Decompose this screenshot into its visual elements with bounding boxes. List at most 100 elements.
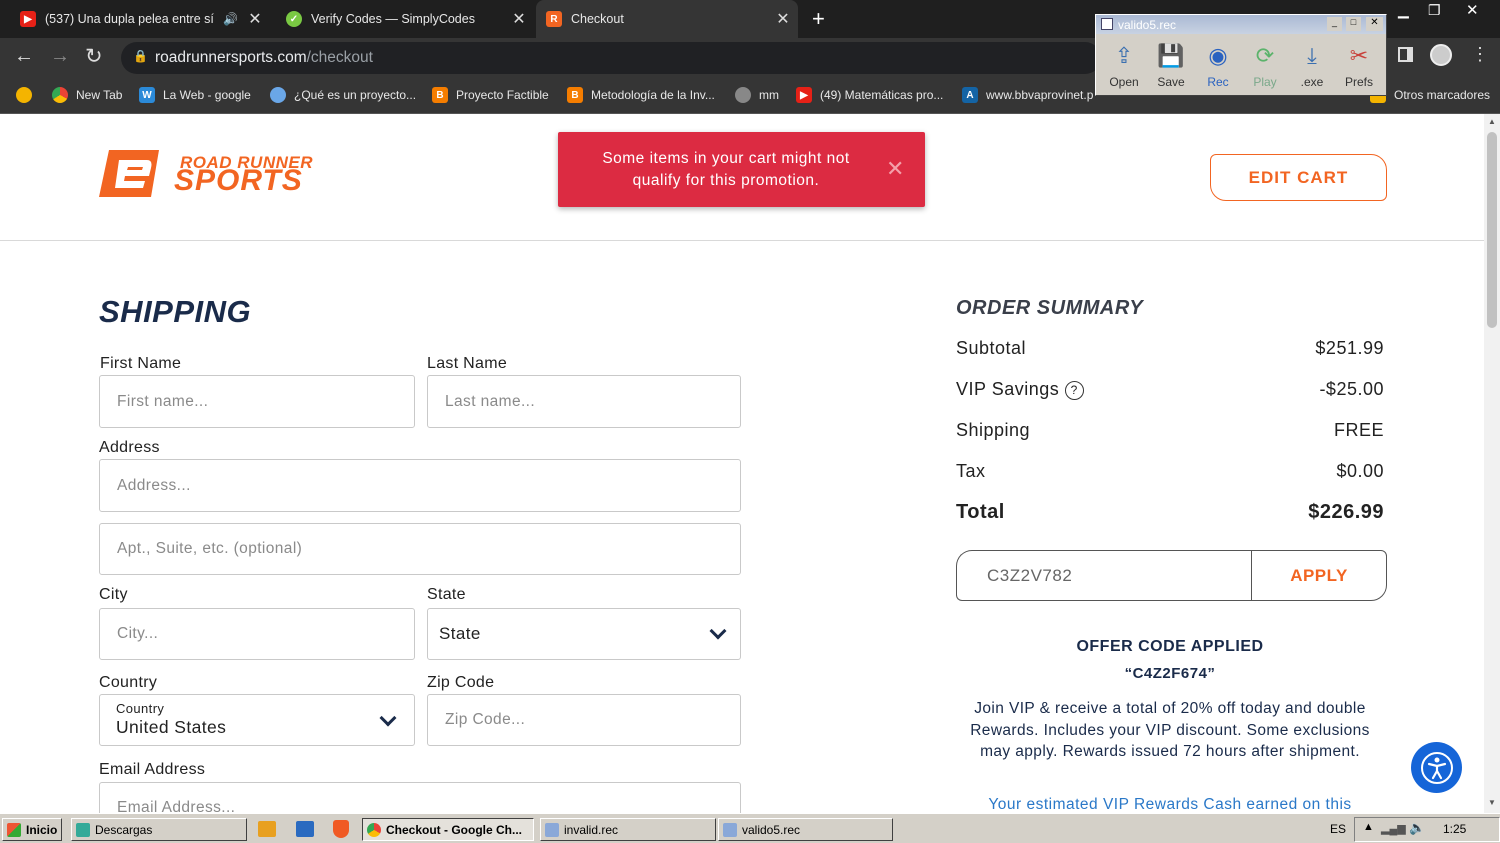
- country-select[interactable]: Country United States: [99, 694, 415, 746]
- taskbar-downloads[interactable]: Descargas: [71, 818, 247, 841]
- system-tray: ▲ ▂▄▆ 🔈 1:25: [1354, 817, 1500, 842]
- roadrunner-icon: R: [546, 11, 562, 27]
- download-icon: [76, 822, 90, 837]
- taskbar-valido5-rec[interactable]: valido5.rec: [718, 818, 893, 841]
- volume-icon[interactable]: 🔈: [1409, 820, 1425, 836]
- side-panel-icon[interactable]: [1398, 47, 1413, 62]
- maximize-button[interactable]: □: [1346, 17, 1361, 31]
- network-icon[interactable]: ▂▄▆: [1381, 822, 1406, 835]
- chevron-down-icon: [709, 622, 727, 640]
- close-tab-icon[interactable]: ✕: [246, 9, 264, 29]
- play-icon: ⟳: [1255, 43, 1275, 68]
- tab-checkout[interactable]: R Checkout ✕: [536, 0, 798, 38]
- brave-icon[interactable]: [333, 820, 349, 838]
- address-input[interactable]: Address...: [99, 459, 741, 512]
- tab-title: Verify Codes — SimplyCodes: [311, 12, 475, 26]
- apply-button[interactable]: APPLY: [1251, 550, 1387, 601]
- tab-youtube[interactable]: ▶ (537) Una dupla pelea entre sí y 🔊 ✕: [10, 0, 270, 38]
- last-name-input[interactable]: Last name...: [427, 375, 741, 428]
- bookmark-item[interactable]: W La Web - google: [139, 78, 251, 112]
- bookmark-item[interactable]: Awww.bbvaprovinet.p: [962, 78, 1093, 112]
- city-input[interactable]: City...: [99, 608, 415, 660]
- close-window-button[interactable]: ✕: [1466, 1, 1479, 19]
- zip-input[interactable]: Zip Code...: [427, 694, 741, 746]
- scroll-down-icon[interactable]: ▼: [1488, 798, 1496, 807]
- address-bar[interactable]: 🔒 roadrunnersports.com/checkout: [121, 42, 1101, 74]
- open-icon: ⇪: [1114, 43, 1134, 68]
- edit-cart-button[interactable]: EDIT CART: [1210, 154, 1387, 201]
- new-tab-button[interactable]: +: [812, 6, 825, 32]
- offer-code: “C4Z2F674”: [1124, 665, 1216, 682]
- bookmark-item[interactable]: mm: [735, 78, 779, 112]
- promo-code-input[interactable]: C3Z2V782: [956, 550, 1252, 601]
- chrome-icon: [52, 87, 68, 103]
- scrollbar-thumb[interactable]: [1487, 132, 1497, 328]
- close-tab-icon[interactable]: ✕: [774, 9, 792, 29]
- logo-text-bottom: SPORTS: [174, 164, 303, 197]
- taskbar-chrome[interactable]: Checkout - Google Ch...: [362, 818, 534, 841]
- tab-simplycodes[interactable]: ✓ Verify Codes — SimplyCodes ✕: [276, 0, 534, 38]
- taskbar: Inicio Descargas Checkout - Google Ch...…: [0, 813, 1500, 843]
- subtotal-value: $251.99: [1315, 338, 1384, 358]
- shipping-row: Shipping FREE: [956, 420, 1384, 440]
- exe-button[interactable]: ⤓ .exe: [1290, 41, 1334, 89]
- recorder-titlebar: valido5.rec _ □ ✕: [1096, 15, 1386, 34]
- bookmark-item[interactable]: B Proyecto Factible: [432, 78, 549, 112]
- vip-savings-value: -$25.00: [1319, 379, 1384, 399]
- promo-alert: Some items in your cart might not qualif…: [558, 132, 925, 207]
- page-scrollbar[interactable]: ▲ ▼: [1484, 114, 1500, 813]
- help-icon[interactable]: ?: [1064, 380, 1084, 400]
- state-label: State: [427, 586, 466, 603]
- bookmark-item[interactable]: New Tab: [52, 78, 122, 112]
- state-select[interactable]: State: [427, 608, 741, 660]
- blogger-icon: B: [432, 87, 448, 103]
- checkout-page: ROAD RUNNER SPORTS Some items in your ca…: [0, 114, 1484, 813]
- save-button[interactable]: 💾 Save: [1149, 41, 1193, 89]
- bookmark-item[interactable]: B Metodología de la Inv...: [567, 78, 715, 112]
- shipping-value: FREE: [1333, 420, 1384, 440]
- profile-avatar[interactable]: [1430, 44, 1452, 66]
- bookmark-item[interactable]: ¿Qué es un proyecto...: [270, 78, 416, 112]
- accessibility-button[interactable]: [1411, 742, 1462, 793]
- close-button[interactable]: ✕: [1366, 17, 1383, 31]
- language-indicator[interactable]: ES: [1330, 822, 1346, 836]
- order-summary-title: ORDER SUMMARY: [956, 297, 1144, 319]
- total-row: Total $226.99: [956, 501, 1384, 523]
- back-button[interactable]: ←: [14, 45, 34, 68]
- other-bookmarks[interactable]: Otros marcadores: [1370, 78, 1490, 112]
- close-tab-icon[interactable]: ✕: [510, 9, 528, 29]
- country-floating-label: Country: [116, 701, 165, 716]
- scroll-up-icon[interactable]: ▲: [1488, 117, 1496, 126]
- bookmark-item[interactable]: ▶ (49) Matemáticas pro...: [796, 78, 943, 112]
- recorder-window: valido5.rec _ □ ✕ ⇪ Open 💾 Save ◉ Rec ⟳ Play…: [1095, 14, 1387, 96]
- taskbar-invalid-rec[interactable]: invalid.rec: [540, 818, 716, 841]
- minimize-button[interactable]: ▁: [1398, 2, 1409, 19]
- menu-icon[interactable]: ⋮: [1471, 44, 1489, 65]
- roadrunner-logo[interactable]: [99, 150, 163, 197]
- start-button[interactable]: Inicio: [2, 818, 62, 841]
- prefs-button[interactable]: ✂ Prefs: [1337, 41, 1381, 89]
- zip-label: Zip Code: [427, 674, 495, 691]
- restore-button[interactable]: ❐: [1428, 2, 1441, 19]
- reload-button[interactable]: ↻: [85, 44, 103, 69]
- rec-button[interactable]: ◉ Rec: [1196, 41, 1240, 89]
- apt-input[interactable]: Apt., Suite, etc. (optional): [99, 523, 741, 575]
- bookmark-apps[interactable]: [16, 78, 40, 112]
- open-button[interactable]: ⇪ Open: [1102, 41, 1146, 89]
- recorder-title: valido5.rec: [1118, 17, 1177, 32]
- w-icon: W: [139, 87, 155, 103]
- tray-arrow-icon[interactable]: ▲: [1363, 821, 1374, 833]
- clock[interactable]: 1:25: [1443, 822, 1466, 836]
- email-input[interactable]: Email Address...: [99, 782, 741, 813]
- media-player-icon[interactable]: [258, 821, 276, 837]
- roadrunner-logo-icon: [99, 150, 159, 197]
- quick-launch-icon[interactable]: [296, 821, 314, 837]
- alert-message: Some items in your cart might not qualif…: [602, 150, 850, 189]
- close-alert-icon[interactable]: ✕: [886, 156, 904, 182]
- play-button[interactable]: ⟳ Play: [1243, 41, 1287, 89]
- minimize-button[interactable]: _: [1327, 17, 1342, 31]
- speaker-icon[interactable]: 🔊: [223, 12, 238, 26]
- forward-button[interactable]: →: [50, 45, 70, 68]
- vip-rewards-link[interactable]: Your estimated VIP Rewards Cash earned o…: [956, 796, 1384, 813]
- first-name-input[interactable]: First name...: [99, 375, 415, 428]
